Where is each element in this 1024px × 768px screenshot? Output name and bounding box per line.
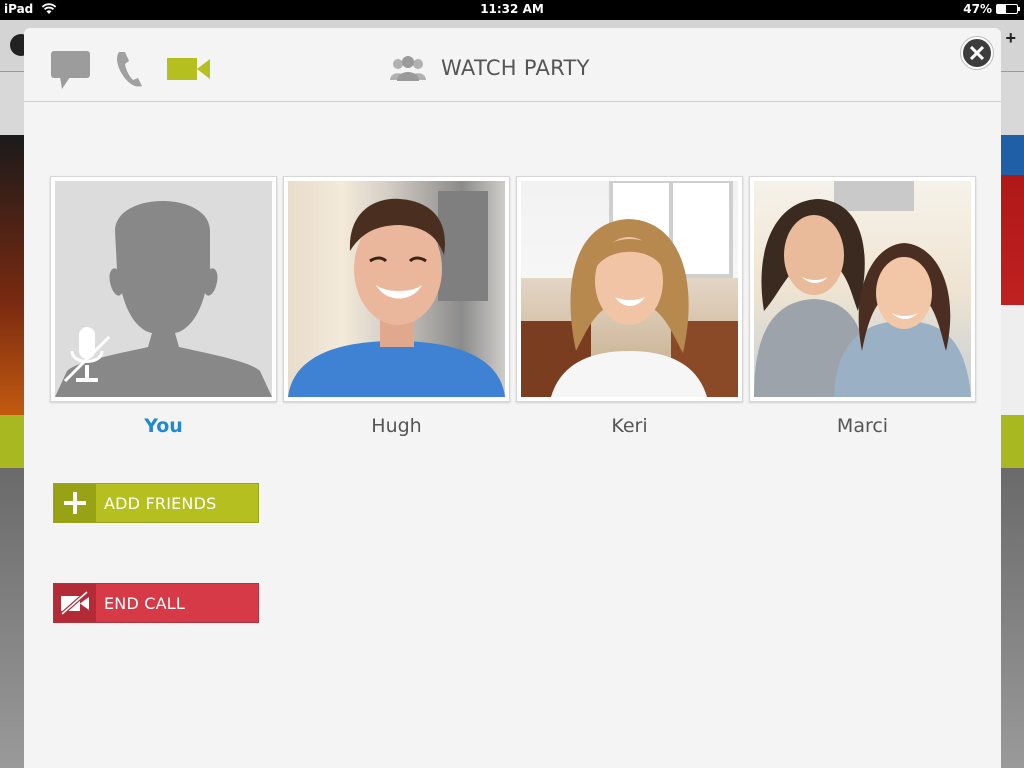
page-title: WATCH PARTY — [441, 56, 590, 80]
participant-tile[interactable] — [749, 176, 976, 402]
battery-percent: 47% — [963, 2, 992, 16]
video-feed-hugh — [288, 181, 505, 397]
battery-fill — [997, 5, 1007, 13]
muted-microphone-icon — [63, 327, 111, 383]
close-button[interactable] — [961, 37, 993, 69]
status-bar: iPad 11:32 AM 47% — [0, 0, 1024, 20]
group-icon — [390, 56, 426, 81]
participant-keri[interactable]: Keri — [516, 176, 743, 437]
watch-party-modal: WATCH PARTY You Hugh Keri Marci ADD FRIE… — [24, 28, 1001, 768]
end-call-label: END CALL — [104, 593, 186, 613]
participant-tile[interactable] — [283, 176, 510, 402]
participant-name: You — [144, 415, 183, 437]
add-friends-label: ADD FRIENDS — [104, 493, 217, 513]
background-poster-right — [1000, 135, 1024, 415]
modal-header: WATCH PARTY — [24, 28, 1001, 102]
participant-photo — [754, 181, 971, 397]
chat-bubble-icon[interactable] — [50, 50, 92, 90]
participant-marci[interactable]: Marci — [749, 176, 976, 437]
phone-icon[interactable] — [114, 50, 146, 90]
video-feed-marci — [754, 181, 971, 397]
participant-name: Marci — [836, 415, 889, 437]
video-off-icon — [60, 591, 89, 615]
plus-icon-box — [54, 484, 96, 522]
clock: 11:32 AM — [480, 2, 544, 16]
participant-name: Keri — [611, 415, 648, 437]
battery-icon — [996, 4, 1020, 14]
video-feed-you — [55, 181, 272, 397]
video-feed-keri — [521, 181, 738, 397]
add-friends-button[interactable]: ADD FRIENDS — [53, 483, 259, 523]
close-icon — [970, 46, 984, 60]
participant-photo — [288, 191, 505, 397]
participant-name: Hugh — [371, 415, 422, 437]
background-add-tab-icon: + — [1005, 28, 1016, 48]
participant-tile[interactable] — [50, 176, 277, 402]
background-poster-left — [0, 135, 24, 415]
page-title-group: WATCH PARTY — [389, 55, 590, 81]
participant-tile[interactable] — [516, 176, 743, 402]
participants-grid: You Hugh Keri Marci — [50, 176, 976, 437]
participant-you[interactable]: You — [50, 176, 277, 437]
end-call-button[interactable]: END CALL — [53, 583, 259, 623]
video-camera-icon[interactable] — [167, 56, 211, 82]
plus-icon — [64, 492, 86, 514]
participant-hugh[interactable]: Hugh — [283, 176, 510, 437]
participant-photo — [521, 181, 738, 397]
video-off-icon-box — [54, 584, 96, 622]
